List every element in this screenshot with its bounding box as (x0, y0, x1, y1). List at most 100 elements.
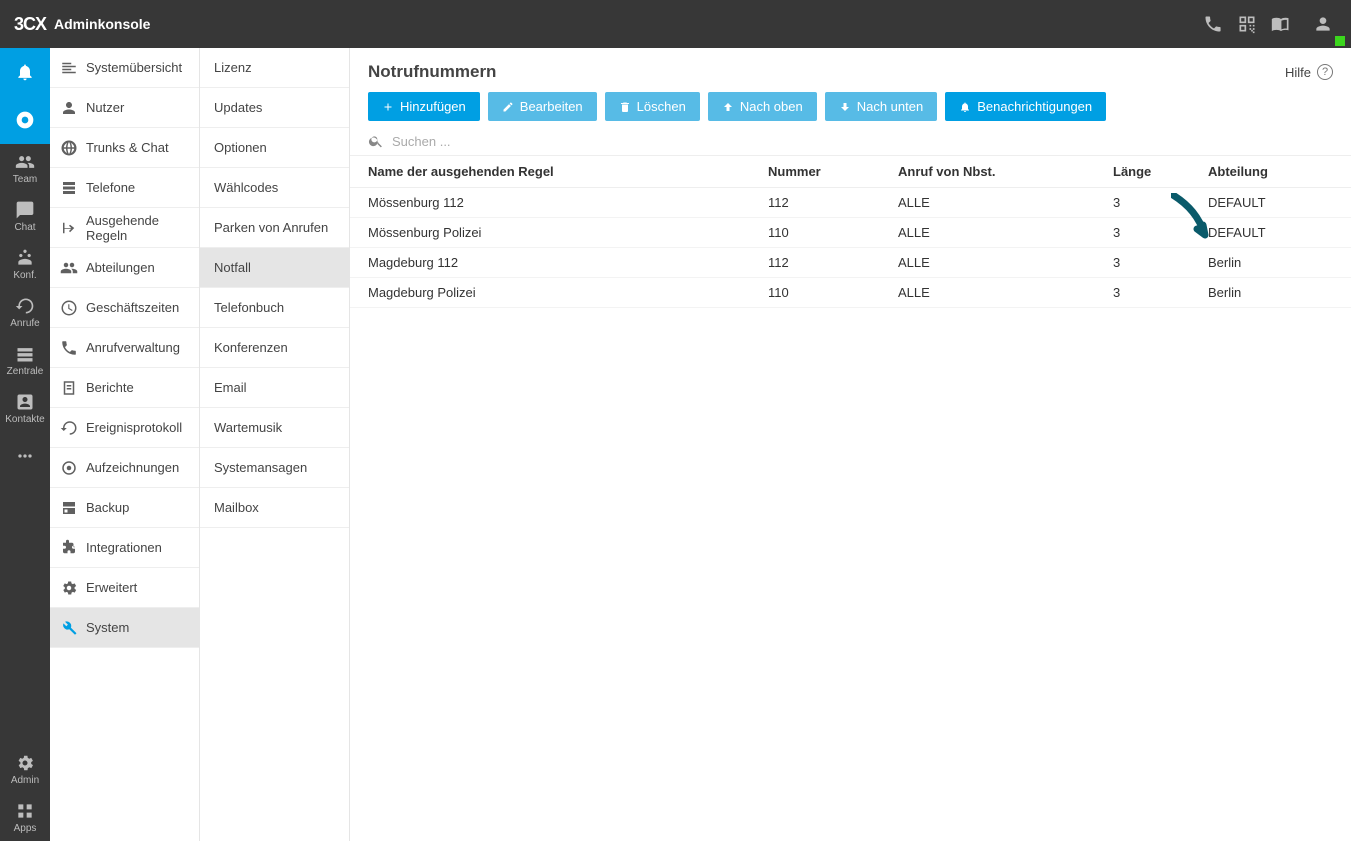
top-bar: 3CX Adminkonsole (0, 0, 1351, 48)
cell-from: ALLE (898, 225, 1113, 240)
nav-item-eventlog[interactable]: Ereignisprotokoll (50, 408, 199, 448)
rail-kontakte-label: Kontakte (5, 414, 44, 425)
nav-item-phones[interactable]: Telefone (50, 168, 199, 208)
nav-item-label: Ausgehende Regeln (86, 213, 189, 243)
nav-item-user[interactable]: Nutzer (50, 88, 199, 128)
presence-indicator (1335, 36, 1345, 46)
subnav-item-3[interactable]: Wählcodes (200, 168, 349, 208)
nav-item-globe[interactable]: Trunks & Chat (50, 128, 199, 168)
nav-item-callhandle[interactable]: Anrufverwaltung (50, 328, 199, 368)
nav-item-wrench[interactable]: System (50, 608, 199, 648)
nav-item-label: Anrufverwaltung (86, 340, 189, 355)
rail-chrome[interactable] (0, 96, 50, 144)
subnav-item-5[interactable]: Notfall (200, 248, 349, 288)
subnav-item-10[interactable]: Systemansagen (200, 448, 349, 488)
subnav-item-8[interactable]: Email (200, 368, 349, 408)
nav-item-outbound[interactable]: Ausgehende Regeln (50, 208, 199, 248)
subnav-item-label: Lizenz (214, 60, 252, 75)
table-row[interactable]: Mössenburg Polizei110ALLE3DEFAULT (350, 218, 1351, 248)
qr-icon[interactable] (1233, 10, 1261, 38)
subnav-item-4[interactable]: Parken von Anrufen (200, 208, 349, 248)
subnav-item-label: Telefonbuch (214, 300, 284, 315)
nav-item-clock[interactable]: Geschäftszeiten (50, 288, 199, 328)
user-avatar-icon[interactable] (1309, 10, 1337, 38)
nav-item-dashboard[interactable]: Systemübersicht (50, 48, 199, 88)
subnav-item-0[interactable]: Lizenz (200, 48, 349, 88)
table-row[interactable]: Mössenburg 112112ALLE3DEFAULT (350, 188, 1351, 218)
add-button[interactable]: Hinzufügen (368, 92, 480, 121)
move-down-button[interactable]: Nach unten (825, 92, 938, 121)
subnav-item-2[interactable]: Optionen (200, 128, 349, 168)
nav-item-label: Abteilungen (86, 260, 189, 275)
rail-apps-label: Apps (14, 823, 37, 834)
nav-item-puzzle[interactable]: Integrationen (50, 528, 199, 568)
search-input[interactable] (392, 134, 1333, 149)
subnav-item-11[interactable]: Mailbox (200, 488, 349, 528)
rail-admin-label: Admin (11, 775, 39, 786)
rail-konf[interactable]: Konf. (0, 240, 50, 288)
cell-dept: Berlin (1208, 285, 1333, 300)
cell-number: 110 (768, 225, 898, 240)
rail-more[interactable] (0, 432, 50, 480)
rail-chat[interactable]: Chat (0, 192, 50, 240)
nav-item-label: System (86, 620, 189, 635)
col-name[interactable]: Name der ausgehenden Regel (368, 164, 768, 179)
rail-zentrale[interactable]: Zentrale (0, 336, 50, 384)
nav-item-label: Berichte (86, 380, 189, 395)
dial-icon[interactable] (1199, 10, 1227, 38)
nav-item-label: Trunks & Chat (86, 140, 189, 155)
rail-team-label: Team (13, 174, 37, 185)
rail-team[interactable]: Team (0, 144, 50, 192)
nav-item-record[interactable]: Aufzeichnungen (50, 448, 199, 488)
rail-kontakte[interactable]: Kontakte (0, 384, 50, 432)
app-name: Adminkonsole (54, 16, 150, 32)
edit-button[interactable]: Bearbeiten (488, 92, 597, 121)
cell-name: Magdeburg Polizei (368, 285, 768, 300)
col-number[interactable]: Nummer (768, 164, 898, 179)
help-link[interactable]: Hilfe? (1285, 64, 1333, 80)
cell-length: 3 (1113, 195, 1208, 210)
subnav-item-label: Systemansagen (214, 460, 307, 475)
notify-button[interactable]: Benachrichtigungen (945, 92, 1106, 121)
emergency-table: Name der ausgehenden Regel Nummer Anruf … (350, 156, 1351, 308)
subnav-item-7[interactable]: Konferenzen (200, 328, 349, 368)
app-logo: 3CX (14, 14, 46, 35)
rail-admin[interactable]: Admin (0, 745, 50, 793)
subnav-item-label: Mailbox (214, 500, 259, 515)
cell-number: 112 (768, 255, 898, 270)
rail-anrufe[interactable]: Anrufe (0, 288, 50, 336)
book-icon[interactable] (1267, 10, 1295, 38)
nav-item-departments[interactable]: Abteilungen (50, 248, 199, 288)
subnav-item-6[interactable]: Telefonbuch (200, 288, 349, 328)
cell-name: Magdeburg 112 (368, 255, 768, 270)
cell-dept: DEFAULT (1208, 195, 1333, 210)
add-button-label: Hinzufügen (400, 99, 466, 114)
delete-button-label: Löschen (637, 99, 686, 114)
nav-item-report[interactable]: Berichte (50, 368, 199, 408)
cell-length: 3 (1113, 225, 1208, 240)
nav-item-gear2[interactable]: Erweitert (50, 568, 199, 608)
col-dept[interactable]: Abteilung (1208, 164, 1333, 179)
rail-bell[interactable] (0, 48, 50, 96)
help-label: Hilfe (1285, 65, 1311, 80)
cell-number: 110 (768, 285, 898, 300)
subnav-item-label: Wartemusik (214, 420, 282, 435)
up-button-label: Nach oben (740, 99, 803, 114)
rail-konf-label: Konf. (13, 270, 36, 281)
table-row[interactable]: Magdeburg Polizei110ALLE3Berlin (350, 278, 1351, 308)
nav-item-label: Geschäftszeiten (86, 300, 189, 315)
cell-dept: DEFAULT (1208, 225, 1333, 240)
move-up-button[interactable]: Nach oben (708, 92, 817, 121)
subnav-item-9[interactable]: Wartemusik (200, 408, 349, 448)
subnav-item-1[interactable]: Updates (200, 88, 349, 128)
table-row[interactable]: Magdeburg 112112ALLE3Berlin (350, 248, 1351, 278)
edit-button-label: Bearbeiten (520, 99, 583, 114)
nav-item-label: Aufzeichnungen (86, 460, 189, 475)
col-from[interactable]: Anruf von Nbst. (898, 164, 1113, 179)
nav-item-label: Nutzer (86, 100, 189, 115)
delete-button[interactable]: Löschen (605, 92, 700, 121)
nav-item-backup[interactable]: Backup (50, 488, 199, 528)
nav-item-label: Backup (86, 500, 189, 515)
rail-apps[interactable]: Apps (0, 793, 50, 841)
col-length[interactable]: Länge (1113, 164, 1208, 179)
